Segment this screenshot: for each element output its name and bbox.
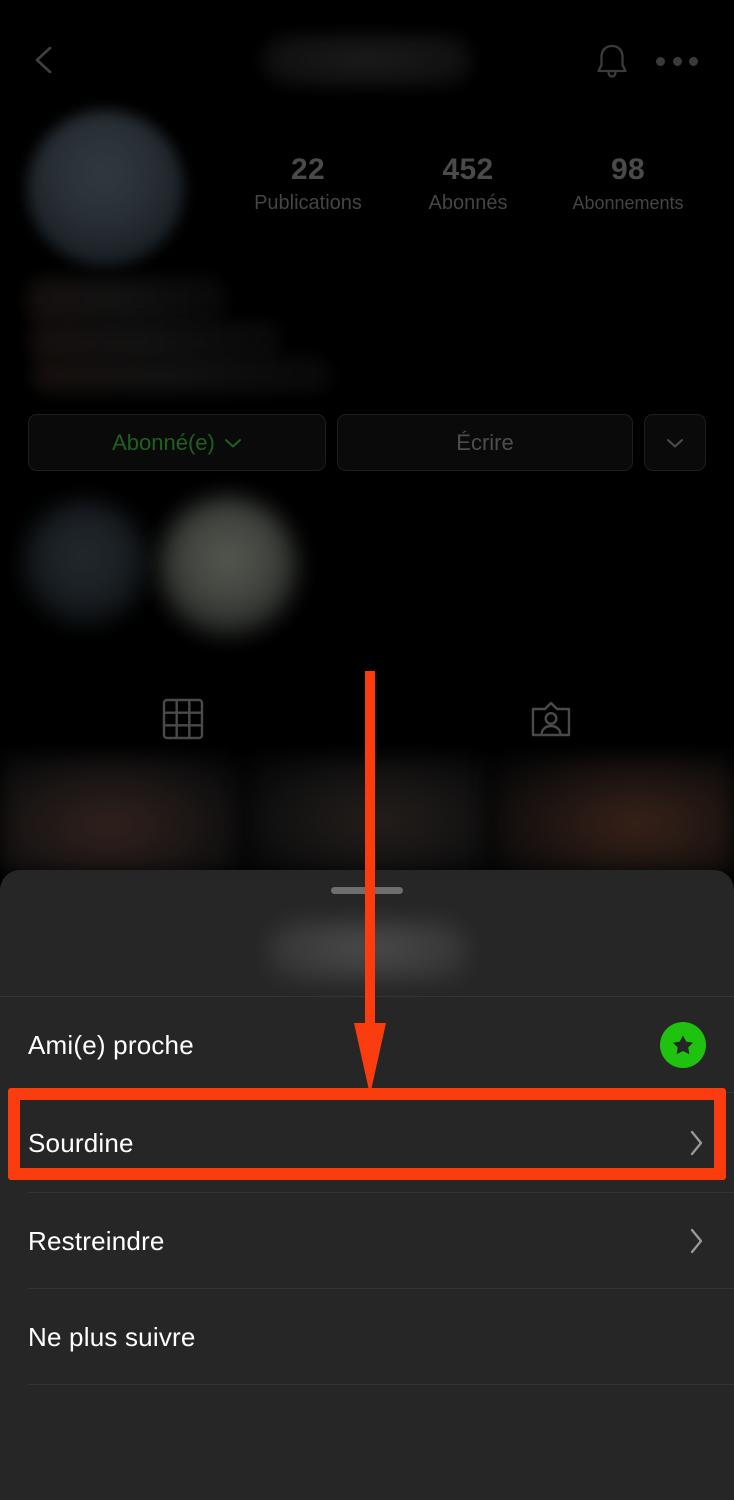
profile-tabs <box>0 678 734 760</box>
sheet-item-restrict[interactable]: Restreindre <box>0 1193 734 1289</box>
avatar[interactable] <box>27 110 184 267</box>
green-star-badge <box>660 1022 706 1068</box>
sheet-menu: Ami(e) proche Sourdine Restreindre Ne pl… <box>0 997 734 1385</box>
dot <box>689 56 698 66</box>
stat-following-label: Abonnements <box>572 193 684 213</box>
stat-posts[interactable]: 22 Publications <box>228 152 388 216</box>
profile-action-buttons: Abonné(e) Écrire <box>28 414 706 471</box>
bio-line <box>30 322 282 362</box>
drag-handle[interactable] <box>331 887 403 894</box>
profile-stats: 22 Publications 452 Abonnés 98 Abonnemen… <box>228 152 708 216</box>
chevron-down-icon <box>666 437 684 449</box>
more-dots-icon[interactable] <box>656 55 698 67</box>
chevron-left-icon[interactable] <box>25 40 65 80</box>
post-thumbnail[interactable] <box>0 755 243 873</box>
post-thumbnail[interactable] <box>245 755 489 873</box>
profile-screen: 22 Publications 452 Abonnés 98 Abonnemen… <box>0 0 734 880</box>
following-button[interactable]: Abonné(e) <box>28 414 326 471</box>
stat-following-value: 98 <box>611 153 645 186</box>
more-options-button[interactable] <box>644 414 706 471</box>
story-highlight[interactable] <box>158 496 298 636</box>
sheet-item-label: Ami(e) proche <box>28 1029 194 1060</box>
dot <box>656 56 665 66</box>
top-bar <box>0 0 734 120</box>
stat-posts-label: Publications <box>254 192 362 214</box>
screen: 22 Publications 452 Abonnés 98 Abonnemen… <box>0 0 734 1500</box>
posts-tab[interactable] <box>160 696 206 742</box>
profile-bio-redacted <box>20 278 380 398</box>
stat-followers-label: Abonnés <box>428 192 508 214</box>
message-button[interactable]: Écrire <box>337 414 633 471</box>
sheet-title-redacted <box>268 920 468 982</box>
posts-grid <box>0 755 734 873</box>
sheet-item-label: Ne plus suivre <box>28 1321 196 1352</box>
dot <box>672 56 682 66</box>
stat-posts-value: 22 <box>291 153 325 186</box>
bio-line <box>28 278 226 324</box>
story-highlight[interactable] <box>22 500 148 626</box>
stat-followers-value: 452 <box>442 153 494 186</box>
tagged-person-icon <box>528 701 574 746</box>
story-highlights <box>0 490 734 670</box>
chevron-down-icon <box>224 437 242 449</box>
tagged-tab[interactable] <box>528 696 574 742</box>
stat-following[interactable]: 98 Abonnements <box>548 152 708 216</box>
following-button-label: Abonné(e) <box>112 429 215 455</box>
bottom-sheet: Ami(e) proche Sourdine Restreindre Ne pl… <box>0 870 734 1500</box>
chevron-right-icon <box>688 1226 706 1256</box>
bell-icon[interactable] <box>592 41 632 83</box>
grid-icon <box>160 698 206 746</box>
sheet-item-close-friend[interactable]: Ami(e) proche <box>0 997 734 1093</box>
sheet-item-mute[interactable]: Sourdine <box>0 1093 734 1193</box>
chevron-right-icon <box>688 1128 706 1158</box>
sheet-item-label: Restreindre <box>28 1225 165 1256</box>
sheet-item-label: Sourdine <box>28 1127 134 1158</box>
message-button-label: Écrire <box>456 429 514 455</box>
post-thumbnail[interactable] <box>491 755 734 873</box>
profile-username-redacted <box>262 35 472 87</box>
bio-line <box>32 358 332 392</box>
sheet-item-unfollow[interactable]: Ne plus suivre <box>0 1289 734 1385</box>
stat-followers[interactable]: 452 Abonnés <box>388 152 548 216</box>
divider <box>28 1384 734 1385</box>
